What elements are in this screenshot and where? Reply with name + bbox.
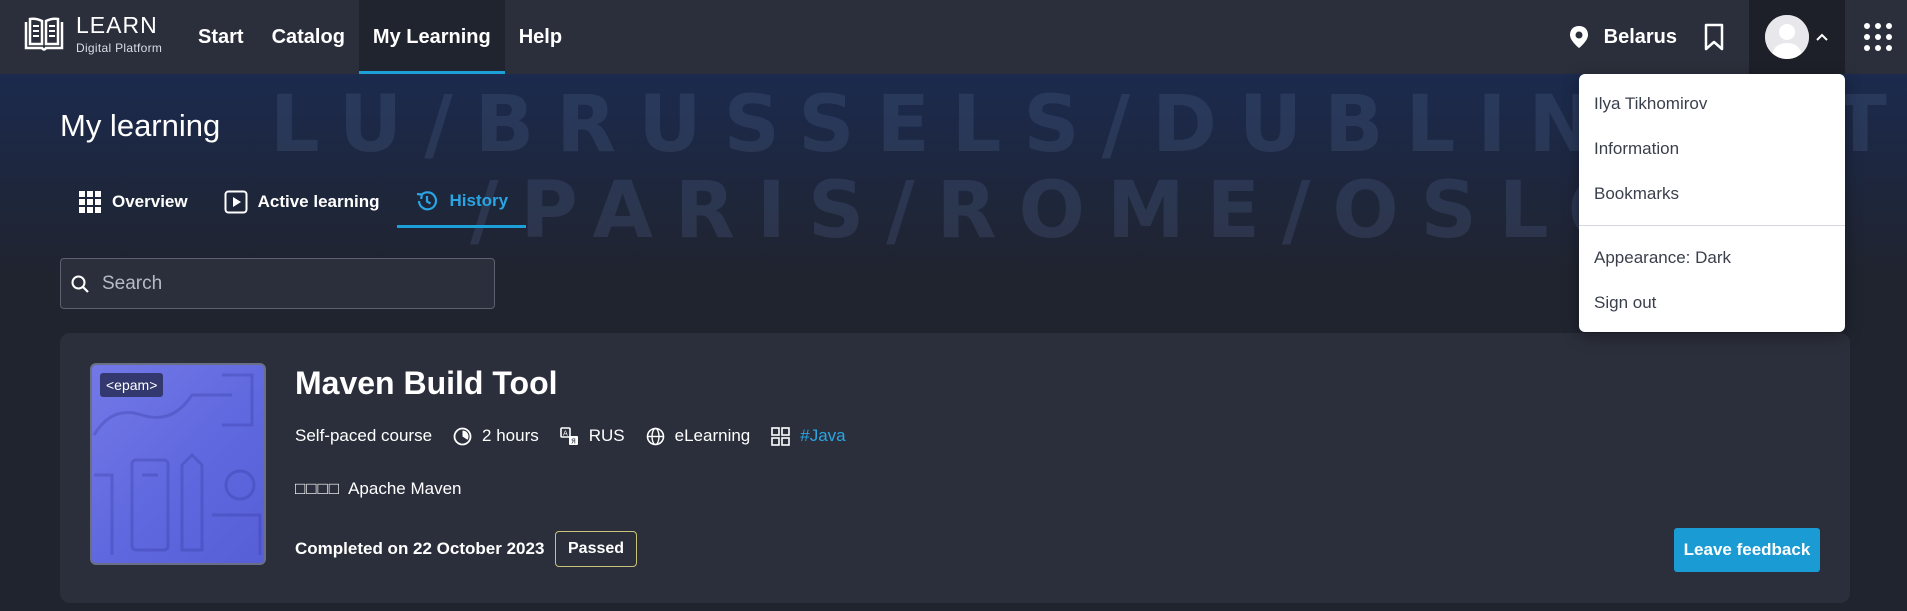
logo[interactable]: LEARN Digital Platform [22,14,162,54]
search-box [60,258,495,309]
search-icon [71,275,89,293]
tab-overview[interactable]: Overview [60,176,206,228]
user-menu-button[interactable] [1749,0,1845,74]
tab-overview-label: Overview [112,192,188,211]
course-title[interactable]: Maven Build Tool [295,365,558,402]
history-icon [417,190,438,210]
course-type-label: Self-paced course [295,426,433,445]
logo-text: LEARN Digital Platform [76,12,163,55]
status-badge: Passed [555,531,638,567]
nav-start[interactable]: Start [184,0,258,74]
course-duration: 2 hours [453,426,539,446]
nav-help[interactable]: Help [505,0,576,74]
globe-icon [646,427,664,445]
skill-label: Apache Maven [348,479,462,498]
top-navbar: LEARN Digital Platform Start Catalog My … [0,0,1907,74]
svg-text:Я: Я [571,437,576,445]
user-dropdown-menu: Ilya Tikhomirov Information Bookmarks Ap… [1579,74,1845,332]
course-format: eLearning [646,426,751,446]
menu-divider [1579,225,1845,226]
menu-item-sign-out[interactable]: Sign out [1594,293,1656,313]
learning-tabs: Overview Active learning History [60,176,527,228]
course-meta: Self-paced course 2 hours A Я RUS eLearn… [295,426,867,446]
page-title: My learning [60,108,221,143]
user-silhouette-icon [1765,15,1809,59]
course-language: A Я RUS [559,426,625,446]
menu-item-information[interactable]: Information [1594,139,1679,159]
chevron-up-icon [1816,33,1828,41]
grid-icon [79,191,101,213]
skill-placeholder-glyphs: □□□□ [295,479,341,498]
avatar [1765,15,1809,59]
location-selector[interactable]: Belarus [1568,25,1677,49]
location-label: Belarus [1603,25,1677,48]
translate-icon: A Я [559,426,578,445]
nav-my-learning[interactable]: My Learning [358,0,505,74]
tab-history[interactable]: History [397,176,527,228]
course-thumbnail[interactable]: <epam> [90,363,266,565]
course-language-label: RUS [588,426,625,445]
course-format-label: eLearning [674,426,751,445]
course-skill: □□□□ Apache Maven [295,479,461,499]
header-actions: Belarus [1568,0,1907,74]
course-tag: #Java [771,426,846,446]
leave-feedback-button[interactable]: Leave feedback [1674,528,1820,572]
location-pin-icon [1569,26,1588,48]
nav-catalog[interactable]: Catalog [258,0,359,74]
menu-item-bookmarks[interactable]: Bookmarks [1594,184,1679,204]
tab-active-learning-label: Active learning [257,192,380,211]
clock-icon [453,427,472,445]
brand-title: LEARN [76,12,158,38]
category-icon [771,426,791,446]
apps-grid-icon[interactable] [1863,22,1893,52]
epam-logo: <epam> [100,373,164,397]
menu-item-appearance[interactable]: Appearance: Dark [1594,248,1731,268]
course-type: Self-paced course [295,426,432,446]
user-name[interactable]: Ilya Tikhomirov [1594,94,1707,114]
main-nav: Start Catalog My Learning Help [184,0,576,74]
brand-subtitle: Digital Platform [76,41,163,55]
search-input[interactable] [100,271,484,296]
course-card[interactable]: <epam> Maven Build Tool Self-paced cours… [60,333,1850,603]
book-logo-icon [24,17,64,51]
bookmark-icon[interactable] [1701,23,1727,51]
completion-date: Completed on 22 October 2023 [295,539,545,558]
svg-text:A: A [563,429,568,437]
tab-history-label: History [449,190,509,210]
course-duration-label: 2 hours [482,426,539,445]
tag-java-link[interactable]: #Java [800,426,845,446]
play-icon [224,190,248,214]
tab-active-learning[interactable]: Active learning [206,176,398,228]
